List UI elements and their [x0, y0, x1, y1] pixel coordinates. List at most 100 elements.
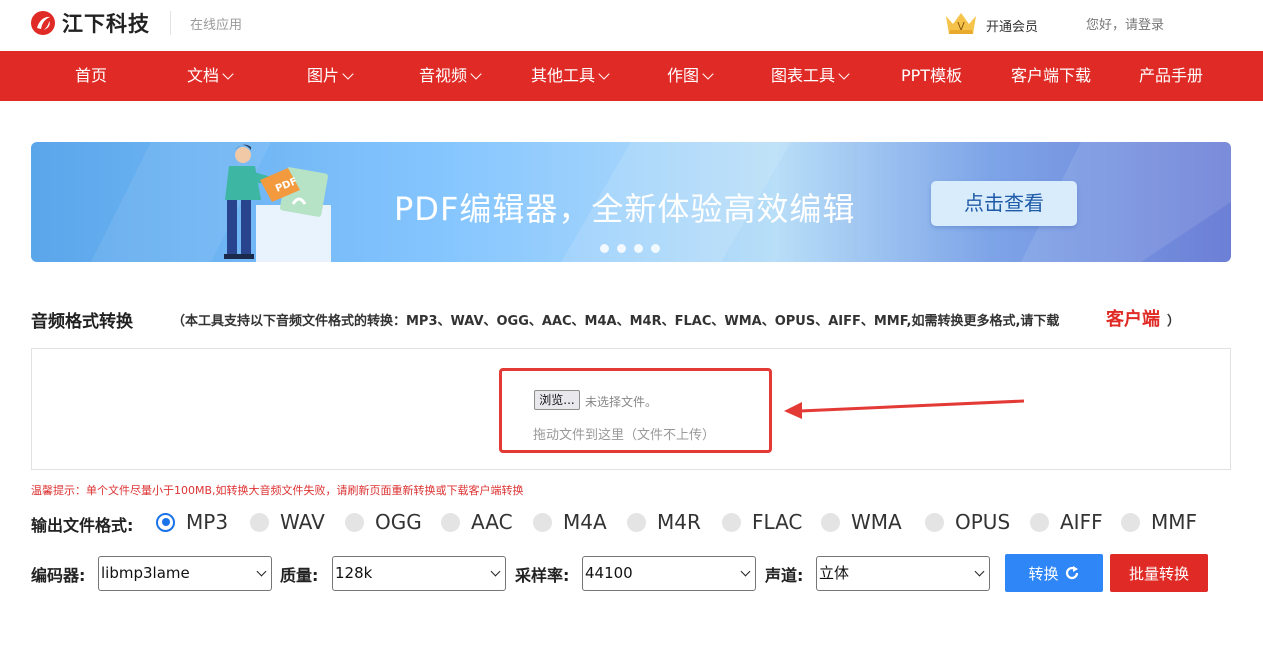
nav-item-documents[interactable]: 文档 — [187, 51, 234, 101]
carousel-dot[interactable] — [634, 244, 643, 253]
nav-label: 客户端下载 — [1011, 66, 1092, 85]
nav-item-other-tools[interactable]: 其他工具 — [531, 51, 610, 101]
browse-button[interactable]: 浏览... — [534, 390, 580, 410]
svg-text:V: V — [957, 20, 965, 33]
nav-label: 产品手册 — [1139, 66, 1204, 85]
convert-button[interactable]: 转换 — [1005, 554, 1103, 592]
quality-label: 质量: — [280, 566, 319, 585]
format-label: M4A — [563, 510, 607, 534]
format-label: MP3 — [186, 510, 229, 534]
radio-icon — [1030, 512, 1049, 532]
client-download-link[interactable]: 客户端 — [1106, 305, 1160, 331]
format-option-flac[interactable]: FLAC — [722, 510, 802, 534]
channel-select[interactable]: 立体 — [816, 556, 990, 591]
nav-item-ppt-templates[interactable]: PPT模板 — [901, 51, 962, 101]
vip-button[interactable]: V 开通会员 — [944, 10, 1038, 40]
main-nav: 首页 文档 图片 音视频 其他工具 作图 图表工具 PPT模板 客户端下载 产品… — [0, 51, 1263, 101]
login-link[interactable]: 您好，请登录 — [1086, 14, 1164, 33]
carousel-dot[interactable] — [617, 244, 626, 253]
nav-item-audio-video[interactable]: 音视频 — [419, 51, 482, 101]
nav-label: 音视频 — [419, 66, 468, 85]
radio-icon — [925, 512, 944, 532]
codec-value: libmp3lame — [101, 564, 190, 582]
nav-label: 作图 — [667, 66, 700, 85]
format-option-mmf[interactable]: MMF — [1121, 510, 1197, 534]
refresh-icon — [1065, 566, 1078, 580]
batch-convert-button[interactable]: 批量转换 — [1110, 554, 1208, 592]
format-label: M4R — [657, 510, 701, 534]
format-label: FLAC — [752, 510, 803, 534]
samplerate-label: 采样率: — [515, 566, 570, 585]
format-label: WMA — [851, 510, 902, 534]
codec-select[interactable]: libmp3lame — [98, 556, 272, 591]
format-option-m4a[interactable]: M4A — [533, 510, 607, 534]
crown-icon: V — [944, 10, 978, 40]
radio-checked-icon — [156, 512, 175, 532]
samplerate-select[interactable]: 44100 — [582, 556, 756, 591]
carousel-dot[interactable] — [600, 244, 609, 253]
channel-value: 立体 — [819, 564, 850, 582]
chevron-down-icon — [702, 67, 714, 80]
format-option-aiff[interactable]: AIFF — [1030, 510, 1103, 534]
format-label: AIFF — [1060, 510, 1103, 534]
output-format-label: 输出文件格式: — [31, 516, 134, 535]
chevron-down-icon — [974, 566, 985, 577]
no-file-text: 未选择文件。 — [585, 395, 658, 409]
banner-headline: PDF编辑器，全新体验高效编辑 — [394, 190, 856, 228]
nav-label: 首页 — [75, 66, 108, 85]
nav-item-chart-tools[interactable]: 图表工具 — [771, 51, 850, 101]
nav-item-images[interactable]: 图片 — [307, 51, 354, 101]
logo[interactable]: 江下科技 — [30, 8, 150, 38]
format-label: MMF — [1151, 510, 1198, 534]
pointer-arrow-icon — [784, 399, 1025, 419]
nav-item-drawing[interactable]: 作图 — [667, 51, 714, 101]
format-option-wma[interactable]: WMA — [821, 510, 902, 534]
top-header: 江下科技 在线应用 V 开通会员 您好，请登录 — [0, 0, 1263, 51]
chevron-down-icon — [598, 67, 610, 80]
drag-hint: 拖动文件到这里（文件不上传） — [533, 428, 716, 443]
vip-label: 开通会员 — [986, 19, 1039, 35]
convert-label: 转换 — [1028, 564, 1059, 583]
codec-label: 编码器: — [31, 566, 86, 585]
carousel-dots — [600, 244, 660, 253]
logo-subtitle: 在线应用 — [190, 18, 243, 33]
nav-label: 其他工具 — [531, 66, 596, 85]
radio-icon — [533, 512, 552, 532]
format-option-opus[interactable]: OPUS — [925, 510, 1010, 534]
quality-value: 128k — [335, 564, 373, 582]
chevron-down-icon — [342, 67, 354, 80]
chevron-down-icon — [490, 566, 501, 577]
format-option-mp3[interactable]: MP3 — [156, 510, 228, 534]
chevron-down-icon — [740, 566, 751, 577]
samplerate-value: 44100 — [585, 564, 633, 582]
nav-item-home[interactable]: 首页 — [75, 51, 107, 101]
channel-label: 声道: — [765, 566, 804, 585]
radio-icon — [1121, 512, 1140, 532]
nav-item-manual[interactable]: 产品手册 — [1139, 51, 1203, 101]
format-option-wav[interactable]: WAV — [250, 510, 325, 534]
logo-divider — [170, 11, 171, 35]
quality-select[interactable]: 128k — [332, 556, 506, 591]
radio-icon — [345, 512, 364, 532]
batch-convert-label: 批量转换 — [1128, 564, 1189, 583]
format-option-aac[interactable]: AAC — [441, 510, 513, 534]
carousel-dot[interactable] — [651, 244, 660, 253]
chevron-down-icon — [256, 566, 267, 577]
nav-label: 图片 — [307, 66, 340, 85]
promo-banner[interactable]: PDF PDF编辑器，全新体验高效编辑 点击查看 — [31, 142, 1231, 262]
format-option-m4r[interactable]: M4R — [627, 510, 701, 534]
page-title: 音频格式转换 — [31, 312, 133, 332]
chevron-down-icon — [838, 67, 850, 80]
format-label: OGG — [375, 510, 422, 534]
supported-formats-text: （本工具支持以下音频文件格式的转换：MP3、WAV、OGG、AAC、M4A、M4… — [172, 314, 1060, 329]
radio-icon — [250, 512, 269, 532]
supported-formats-close: ） — [1167, 314, 1181, 329]
radio-icon — [722, 512, 741, 532]
nav-label: 图表工具 — [771, 66, 836, 85]
nav-item-client-download[interactable]: 客户端下载 — [1011, 51, 1091, 101]
radio-icon — [821, 512, 840, 532]
nav-label: PPT模板 — [901, 66, 963, 85]
format-label: AAC — [471, 510, 513, 534]
banner-view-button[interactable]: 点击查看 — [931, 181, 1077, 226]
format-option-ogg[interactable]: OGG — [345, 510, 422, 534]
